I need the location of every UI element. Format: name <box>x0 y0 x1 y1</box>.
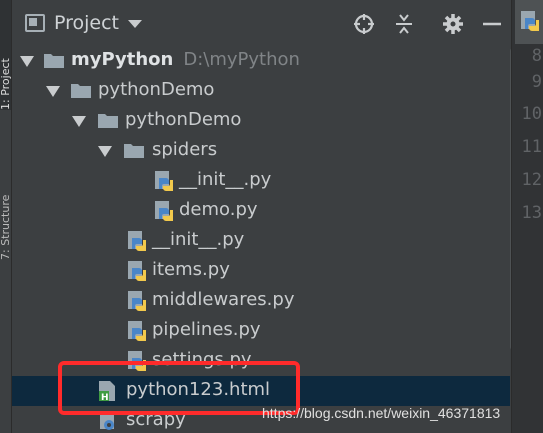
project-tool-tab[interactable]: 1: Project <box>0 0 12 110</box>
tree-row-demo[interactable]: demo.py <box>12 196 510 226</box>
structure-tool-tab[interactable]: 7: Structure <box>0 140 12 260</box>
project-view-selector[interactable]: Project <box>54 12 119 34</box>
tree-row-myPython[interactable]: myPython D:\myPython <box>12 46 510 76</box>
tree-item-path: D:\myPython <box>183 49 300 70</box>
tree-item-label: __init__.py <box>152 229 245 250</box>
tree-item-name: myPython <box>71 49 174 70</box>
expand-arrow-icon[interactable] <box>46 86 60 97</box>
expand-arrow-icon[interactable] <box>72 116 86 127</box>
folder-icon <box>97 112 119 129</box>
tree-row-pythonDemo-inner[interactable]: pythonDemo <box>12 106 510 136</box>
line-number: 12 <box>521 170 542 190</box>
python-file-icon <box>126 260 148 282</box>
tree-row-items[interactable]: items.py <box>12 256 510 286</box>
python-file-icon <box>153 200 175 222</box>
tree-row-init[interactable]: __init__.py <box>12 226 510 256</box>
chevron-down-icon[interactable] <box>128 20 142 28</box>
project-view-icon <box>25 14 45 32</box>
tree-item-label: demo.py <box>179 199 258 220</box>
tree-item-label: __init__.py <box>179 169 272 190</box>
python-file-icon <box>126 230 148 252</box>
tree-item-label: items.py <box>152 259 230 280</box>
line-number: 11 <box>521 137 542 157</box>
python-file-icon <box>519 10 541 32</box>
tree-row-pipelines[interactable]: pipelines.py <box>12 316 510 346</box>
locate-file-icon[interactable] <box>352 12 376 36</box>
editor-gutter: 8 9 10 11 12 13 <box>511 0 543 433</box>
expand-arrow-icon[interactable] <box>98 146 112 157</box>
expand-arrow-icon[interactable] <box>20 56 34 67</box>
watermark: https://blog.csdn.net/weixin_46371813 <box>262 405 501 421</box>
folder-icon <box>70 82 92 99</box>
python-file-icon <box>126 320 148 342</box>
line-number: 8 <box>531 46 542 66</box>
gear-icon[interactable] <box>441 12 465 36</box>
collapse-all-icon[interactable] <box>392 12 416 36</box>
tree-row-spiders-init[interactable]: __init__.py <box>12 166 510 196</box>
tree-item-label: middlewares.py <box>152 289 295 310</box>
minimize-icon[interactable] <box>480 12 504 36</box>
line-number: 13 <box>521 203 542 223</box>
tree-item-label: pythonDemo <box>125 109 242 130</box>
tree-item-label: myPython D:\myPython <box>71 49 300 70</box>
tree-row-middlewares[interactable]: middlewares.py <box>12 286 510 316</box>
folder-icon <box>43 52 65 69</box>
tree-item-label: spiders <box>152 139 218 160</box>
line-number: 9 <box>531 72 542 92</box>
tree-row-pythonDemo-outer[interactable]: pythonDemo <box>12 76 510 106</box>
python-file-icon <box>126 290 148 312</box>
tree-row-spiders[interactable]: spiders <box>12 136 510 166</box>
tree-item-label: pythonDemo <box>98 79 215 100</box>
python-file-icon <box>153 170 175 192</box>
tool-window-strip: 1: Project 7: Structure <box>0 0 12 433</box>
folder-icon <box>123 142 145 159</box>
line-number: 10 <box>521 104 542 124</box>
project-panel-header: Project <box>12 0 510 46</box>
tree-item-label: pipelines.py <box>152 319 261 340</box>
editor-tab[interactable] <box>515 0 543 44</box>
